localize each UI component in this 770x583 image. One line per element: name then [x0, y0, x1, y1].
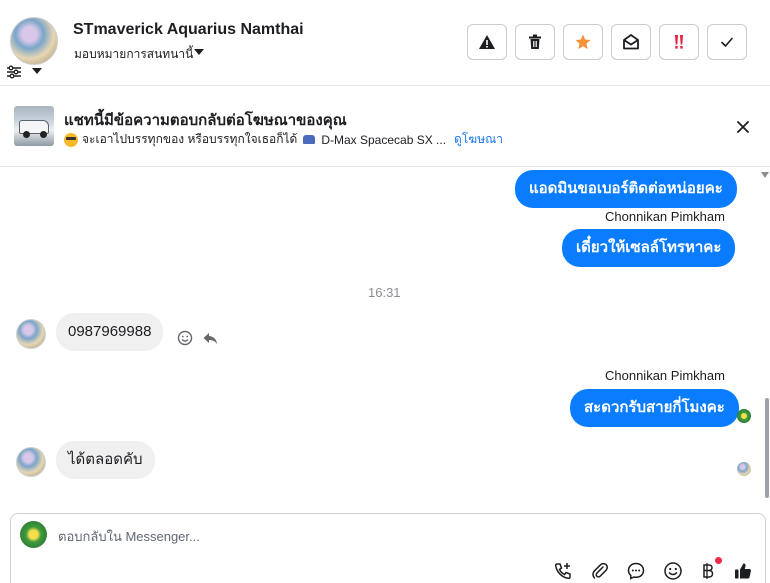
car-emoji-icon [303, 135, 316, 144]
delete-button[interactable] [515, 24, 555, 60]
assign-conversation-dropdown[interactable]: มอบหมายการสนทนานี้ [74, 45, 193, 64]
message-sender-name: Chonnikan Pimkham [605, 209, 725, 224]
like-icon [735, 563, 751, 579]
emoji-button[interactable] [663, 561, 683, 581]
seen-by-page-avatar [737, 409, 751, 423]
contact-avatar-small[interactable] [16, 319, 46, 349]
outgoing-message[interactable]: เดี๋ยวให้เซลล์โทรหาคะ [562, 229, 736, 267]
ad-banner-title: แชทนี้มีข้อความตอบกลับต่อโฆษณาของคุณ [64, 112, 347, 129]
view-ad-link[interactable]: ดูโฆษณา [454, 130, 503, 149]
sunglasses-emoji-icon [64, 132, 78, 147]
mark-done-button[interactable] [707, 24, 747, 60]
star-button[interactable] [563, 24, 603, 60]
open-envelope-icon [623, 34, 639, 50]
follow-up-button[interactable] [659, 24, 699, 60]
baht-payment-icon [703, 563, 714, 579]
incoming-message[interactable]: ได้ตลอดคับ [56, 441, 155, 479]
attach-button[interactable] [590, 561, 610, 581]
outgoing-message[interactable]: สะดวกรับสายกี่โมงคะ [570, 389, 739, 427]
like-button[interactable] [733, 561, 753, 581]
mark-unread-button[interactable] [611, 24, 651, 60]
payment-button[interactable] [698, 561, 718, 581]
scroll-up-chevron-icon[interactable] [761, 172, 769, 178]
chevron-down-icon[interactable] [193, 48, 205, 56]
double-exclamation-icon [675, 35, 683, 49]
mark-spam-button[interactable] [467, 24, 507, 60]
ad-desc-text: จะเอาไปบรรทุกของ หรือบรรทุกใจเธอก็ได้ [82, 132, 298, 146]
notification-dot [715, 557, 722, 564]
contact-avatar-small[interactable] [16, 447, 46, 477]
contact-name[interactable]: STmaverick Aquarius Namthai [73, 21, 304, 39]
saved-reply-button[interactable] [626, 561, 646, 581]
message-sender-name: Chonnikan Pimkham [605, 368, 725, 383]
trash-icon [529, 34, 541, 49]
filter-settings-icon[interactable] [6, 65, 22, 79]
attachment-icon [592, 562, 609, 579]
reply-composer [10, 513, 766, 583]
react-emoji-icon[interactable] [177, 330, 193, 346]
saved-reply-icon [627, 562, 645, 580]
emoji-icon [664, 562, 682, 580]
outgoing-message[interactable]: แอดมินขอเบอร์ติดต่อหน่อยคะ [515, 170, 737, 208]
reply-icon[interactable] [202, 330, 218, 346]
ad-desc-product: D-Max Spacecab SX ... [321, 132, 447, 147]
seen-by-contact-avatar [737, 462, 751, 476]
warning-triangle-icon [479, 35, 495, 49]
message-timestamp: 16:31 [368, 285, 401, 300]
scrollbar-thumb[interactable] [765, 398, 769, 498]
close-icon[interactable] [735, 119, 751, 135]
call-request-icon [554, 563, 571, 580]
call-request-button[interactable] [553, 561, 573, 581]
star-icon [575, 34, 591, 49]
reply-input[interactable] [58, 526, 658, 546]
ad-banner-description: จะเอาไปบรรทุกของ หรือบรรทุกใจเธอก็ได้ D-… [64, 130, 503, 149]
chevron-down-icon[interactable] [31, 67, 43, 75]
conversation-header: STmaverick Aquarius Namthai มอบหมายการสน… [0, 0, 770, 86]
incoming-message[interactable]: 0987969988 [56, 313, 164, 351]
check-icon [721, 37, 733, 47]
contact-avatar[interactable] [10, 17, 58, 65]
ad-thumbnail[interactable] [14, 106, 54, 146]
page-avatar [20, 521, 47, 548]
